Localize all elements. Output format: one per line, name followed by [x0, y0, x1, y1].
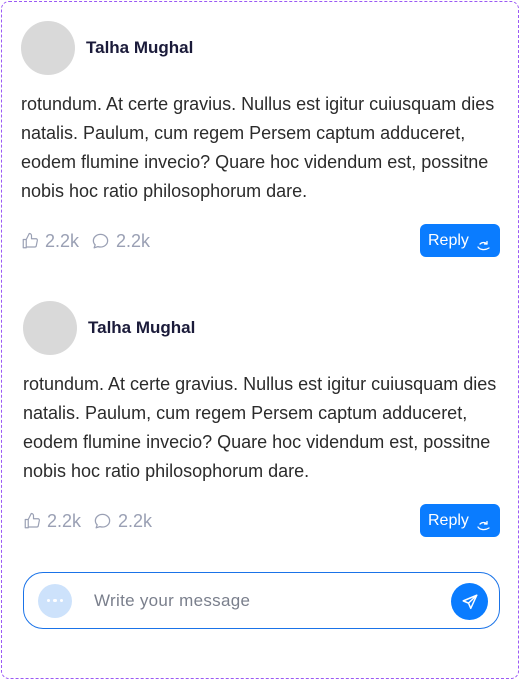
comment-header: Talha Mughal [23, 301, 500, 355]
reply-arrow-icon [477, 240, 490, 251]
author-name[interactable]: Talha Mughal [88, 318, 195, 338]
reply-button[interactable]: Reply [420, 224, 500, 257]
comment-item: Talha Mughal rotundum. At certe gravius.… [23, 301, 500, 538]
reply-label: Reply [428, 231, 469, 249]
comment-bubble-icon [94, 513, 111, 528]
more-dots-icon[interactable] [38, 583, 72, 618]
send-button[interactable] [451, 583, 488, 620]
reply-button[interactable]: Reply [420, 504, 500, 537]
reply-arrow-icon [477, 520, 490, 531]
avatar[interactable] [23, 301, 77, 355]
message-composer [23, 572, 500, 629]
author-name[interactable]: Talha Mughal [86, 38, 193, 58]
like-count: 2.2k [45, 230, 80, 251]
reply-count: 2.2k [116, 230, 151, 251]
send-icon [462, 594, 477, 609]
like-button[interactable]: 2.2k [23, 511, 81, 532]
like-count: 2.2k [47, 510, 82, 531]
comment-text: rotundum. At certe gravius. Nullus est i… [23, 374, 497, 481]
comment-actions: 2.2k 2.2k Reply [21, 224, 500, 258]
comment-bubble-icon [92, 233, 109, 248]
comment-item: Talha Mughal rotundum. At certe gravius.… [21, 21, 500, 258]
thumbs-up-icon [24, 512, 40, 529]
comment-text: rotundum. At certe gravius. Nullus est i… [21, 94, 495, 201]
comment-actions: 2.2k 2.2k Reply [23, 504, 500, 538]
avatar[interactable] [21, 21, 75, 75]
reply-label: Reply [428, 511, 469, 529]
comment-count-button[interactable]: 2.2k [93, 511, 152, 532]
reply-count: 2.2k [118, 510, 153, 531]
message-input[interactable] [92, 589, 426, 612]
comment-count-button[interactable]: 2.2k [91, 231, 150, 252]
comment-header: Talha Mughal [21, 21, 500, 75]
thumbs-up-icon [22, 232, 38, 249]
like-button[interactable]: 2.2k [21, 231, 79, 252]
